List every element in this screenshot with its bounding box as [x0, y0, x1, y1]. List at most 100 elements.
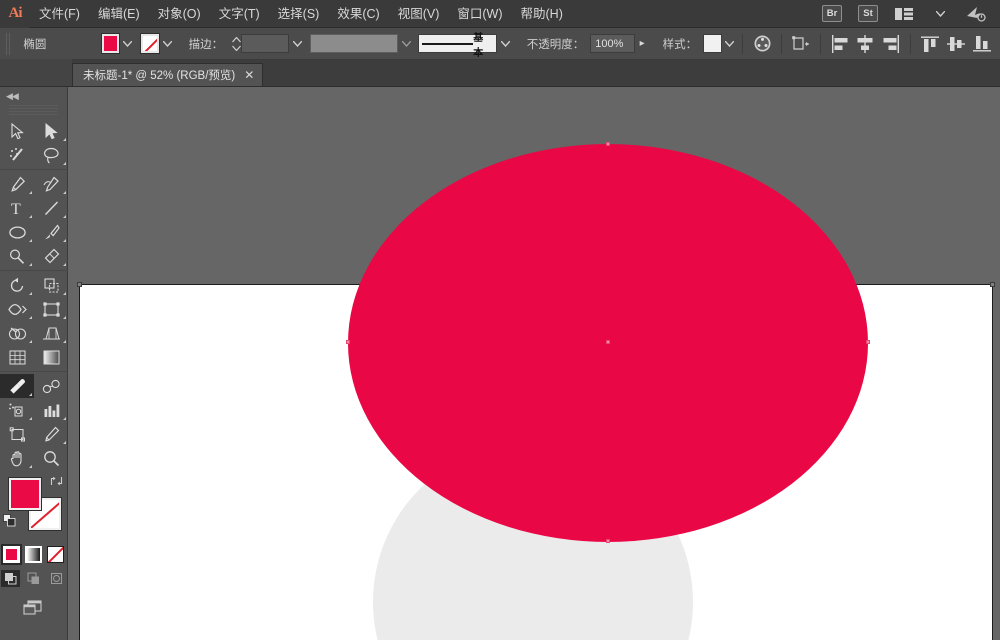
stroke-weight-label: 描边： — [188, 38, 224, 51]
opacity-flyout-icon[interactable]: ▸ — [635, 34, 650, 54]
tool-zoom[interactable] — [34, 446, 68, 470]
color-mode-color[interactable] — [1, 544, 22, 565]
stock-icon[interactable]: St — [857, 5, 879, 23]
bridge-icon[interactable]: Br — [821, 5, 843, 23]
stroke-profile-chevron-down-icon[interactable] — [499, 34, 512, 54]
tool-flyout-triangle — [63, 138, 66, 141]
tool-free-transform[interactable] — [34, 297, 68, 321]
tool-perspective-grid[interactable] — [34, 321, 68, 345]
graphic-style-swatch[interactable] — [703, 34, 722, 53]
stroke-weight-stepper[interactable] — [231, 34, 241, 54]
canvas-viewport[interactable] — [68, 87, 1000, 640]
tool-mesh[interactable] — [0, 345, 34, 369]
anchor-point-bottom[interactable] — [606, 539, 610, 543]
tool-rotate[interactable] — [0, 273, 34, 297]
anchor-point-center[interactable] — [606, 340, 610, 344]
tool-hand[interactable] — [0, 446, 34, 470]
chevron-down-icon[interactable] — [929, 5, 951, 23]
swap-fill-stroke-icon[interactable] — [50, 475, 63, 490]
menu-select[interactable]: 选择(S) — [269, 0, 329, 28]
align-left-icon[interactable] — [829, 33, 851, 55]
tools-collapse-button[interactable]: ◀◀ — [0, 87, 67, 105]
tool-shaper[interactable] — [0, 244, 34, 268]
stroke-color-swatch[interactable] — [140, 33, 160, 54]
fill-color-swatch[interactable] — [100, 33, 121, 54]
stroke-style-dropdown[interactable] — [309, 34, 398, 53]
tool-type[interactable]: T — [0, 196, 34, 220]
fill-swatch[interactable] — [8, 477, 42, 511]
draw-inside-icon[interactable] — [47, 570, 66, 587]
tool-pen[interactable] — [0, 172, 34, 196]
tool-gradient[interactable] — [34, 345, 68, 369]
anchor-point-top[interactable] — [606, 142, 610, 146]
control-bar-divider-4 — [910, 33, 912, 54]
menu-file[interactable]: 文件(F) — [30, 0, 89, 28]
document-tab[interactable]: 未标题-1* @ 52% (RGB/预览) ✕ — [72, 63, 264, 86]
main-area: ◀◀ T — [0, 87, 1000, 640]
menu-type[interactable]: 文字(T) — [210, 0, 269, 28]
style-chevron-down-icon[interactable] — [724, 34, 737, 54]
style-label: 样式： — [662, 38, 698, 51]
tool-artboard[interactable] — [0, 422, 34, 446]
draw-normal-icon[interactable] — [1, 570, 20, 587]
tool-flyout-triangle — [63, 292, 66, 295]
menu-object[interactable]: 对象(O) — [149, 0, 210, 28]
menu-edit[interactable]: 编辑(E) — [89, 0, 149, 28]
stroke-style-chevron-down-icon[interactable] — [400, 34, 413, 54]
search-adobe-icon[interactable] — [965, 5, 987, 23]
tool-magic-wand[interactable] — [0, 143, 34, 167]
recolor-artwork-icon[interactable] — [751, 33, 773, 55]
control-bar-grip[interactable] — [6, 32, 13, 55]
tool-flyout-triangle — [29, 239, 32, 242]
tool-selection[interactable] — [0, 119, 34, 143]
anchor-point-left[interactable] — [346, 340, 350, 344]
stroke-profile-preview — [421, 42, 474, 45]
tool-flyout-triangle — [63, 215, 66, 218]
align-center-horizontal-icon[interactable] — [854, 33, 876, 55]
menu-effect[interactable]: 效果(C) — [328, 0, 388, 28]
transform-icon[interactable] — [790, 33, 812, 55]
control-bar-divider-3 — [819, 33, 821, 54]
align-top-icon[interactable] — [919, 33, 941, 55]
tool-line-segment[interactable] — [34, 196, 68, 220]
align-bottom-icon[interactable] — [971, 33, 993, 55]
opacity-input[interactable]: 100% — [590, 34, 635, 53]
color-mode-gradient[interactable] — [25, 546, 42, 563]
tool-flyout-triangle — [63, 162, 66, 165]
close-icon[interactable]: ✕ — [244, 69, 254, 81]
menu-help[interactable]: 帮助(H) — [512, 0, 572, 28]
control-bar: 椭圆 描边： 基本 不透明度： 100% ▸ 样式： — [0, 28, 1000, 60]
fill-swatch-chevron-down-icon[interactable] — [121, 34, 134, 54]
stroke-weight-chevron-down-icon[interactable] — [291, 34, 304, 54]
tool-eyedropper[interactable] — [0, 374, 34, 398]
stroke-profile-dropdown[interactable]: 基本 — [417, 33, 497, 59]
tool-flyout-triangle — [29, 417, 32, 420]
menu-window[interactable]: 窗口(W) — [448, 0, 511, 28]
tool-lasso[interactable] — [34, 143, 68, 167]
tool-paintbrush[interactable] — [34, 220, 68, 244]
tools-panel-drag-handle[interactable] — [9, 105, 58, 115]
tool-direct-selection[interactable] — [34, 119, 68, 143]
menu-view[interactable]: 视图(V) — [389, 0, 449, 28]
draw-behind-icon[interactable] — [24, 570, 43, 587]
color-mode-none[interactable] — [47, 546, 64, 563]
artboard-corner-tl — [77, 282, 82, 287]
tool-curvature[interactable] — [34, 172, 68, 196]
align-center-vertical-icon[interactable] — [945, 33, 967, 55]
workspace-layout-icon[interactable] — [893, 5, 915, 23]
screen-mode-button[interactable] — [0, 599, 67, 617]
default-fill-stroke-icon[interactable] — [3, 514, 16, 530]
tool-width[interactable] — [0, 297, 34, 321]
tool-ellipse[interactable] — [0, 220, 34, 244]
tool-slice[interactable] — [34, 422, 68, 446]
tool-column-graph[interactable] — [34, 398, 68, 422]
anchor-point-right[interactable] — [866, 340, 870, 344]
tool-blend[interactable] — [34, 374, 68, 398]
tool-eraser[interactable] — [34, 244, 68, 268]
align-right-icon[interactable] — [880, 33, 902, 55]
tool-symbol-sprayer[interactable] — [0, 398, 34, 422]
stroke-weight-input[interactable] — [241, 34, 290, 53]
tool-scale[interactable] — [34, 273, 68, 297]
tool-shape-builder[interactable] — [0, 321, 34, 345]
stroke-swatch-chevron-down-icon[interactable] — [161, 34, 174, 54]
